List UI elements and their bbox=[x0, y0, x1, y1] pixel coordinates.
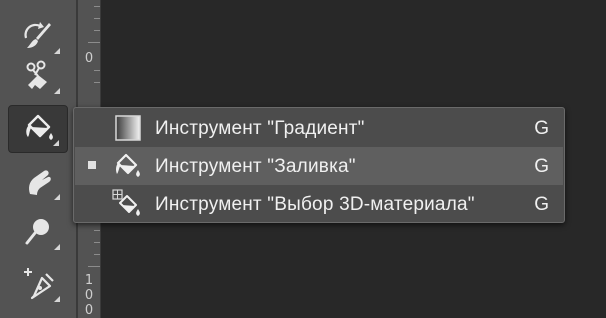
selected-bullet-icon bbox=[88, 161, 96, 169]
flyout-indicator bbox=[53, 140, 59, 146]
ruler-label: 1 bbox=[84, 273, 94, 288]
menu-item-paint-bucket-tool[interactable]: Инструмент "Заливка" G bbox=[75, 147, 563, 185]
background-eraser-icon bbox=[26, 60, 47, 89]
smudge-icon bbox=[29, 170, 51, 195]
menu-item-shortcut: G bbox=[534, 118, 549, 139]
flyout-indicator bbox=[54, 244, 60, 250]
dodge-tool-button[interactable] bbox=[8, 208, 68, 256]
tool-flyout-menu: Инструмент "Градиент" G Инструмент "Зали… bbox=[73, 107, 565, 223]
flyout-indicator bbox=[54, 88, 60, 94]
3d-material-drop-icon bbox=[112, 189, 140, 216]
history-brush-icon bbox=[24, 22, 51, 48]
photoshop-workspace: 0 1 0 0 Инструмент "Градиент" G Инструме… bbox=[0, 0, 606, 318]
add-anchor-pen-icon bbox=[24, 268, 54, 300]
dodge-icon bbox=[25, 219, 49, 245]
ruler-label: 0 bbox=[84, 288, 94, 303]
menu-item-shortcut: G bbox=[534, 194, 549, 215]
ruler-label: 0 bbox=[84, 51, 94, 66]
menu-item-shortcut: G bbox=[534, 156, 549, 177]
ruler-tick bbox=[88, 42, 100, 43]
menu-item-label: Инструмент "Градиент" bbox=[155, 118, 365, 139]
menu-item-label: Инструмент "Заливка" bbox=[155, 156, 356, 177]
smudge-tool-button[interactable] bbox=[8, 158, 68, 206]
paint-bucket-icon bbox=[116, 153, 140, 177]
menu-item-3d-material-drop-tool[interactable]: Инструмент "Выбор 3D-материала" G bbox=[75, 185, 563, 223]
flyout-indicator bbox=[54, 194, 60, 200]
paint-bucket-icon bbox=[26, 114, 53, 140]
menu-item-gradient-tool[interactable]: Инструмент "Градиент" G bbox=[75, 109, 563, 147]
ruler-label: 0 bbox=[84, 303, 94, 318]
gradient-icon bbox=[115, 115, 141, 141]
add-anchor-pen-tool-button[interactable] bbox=[8, 260, 68, 308]
tools-panel bbox=[0, 0, 76, 318]
paint-bucket-tool-button[interactable] bbox=[8, 105, 68, 153]
background-eraser-tool-button[interactable] bbox=[8, 52, 68, 100]
menu-item-label: Инструмент "Выбор 3D-материала" bbox=[155, 194, 475, 215]
flyout-indicator bbox=[54, 296, 60, 302]
ruler-tick bbox=[88, 266, 100, 267]
